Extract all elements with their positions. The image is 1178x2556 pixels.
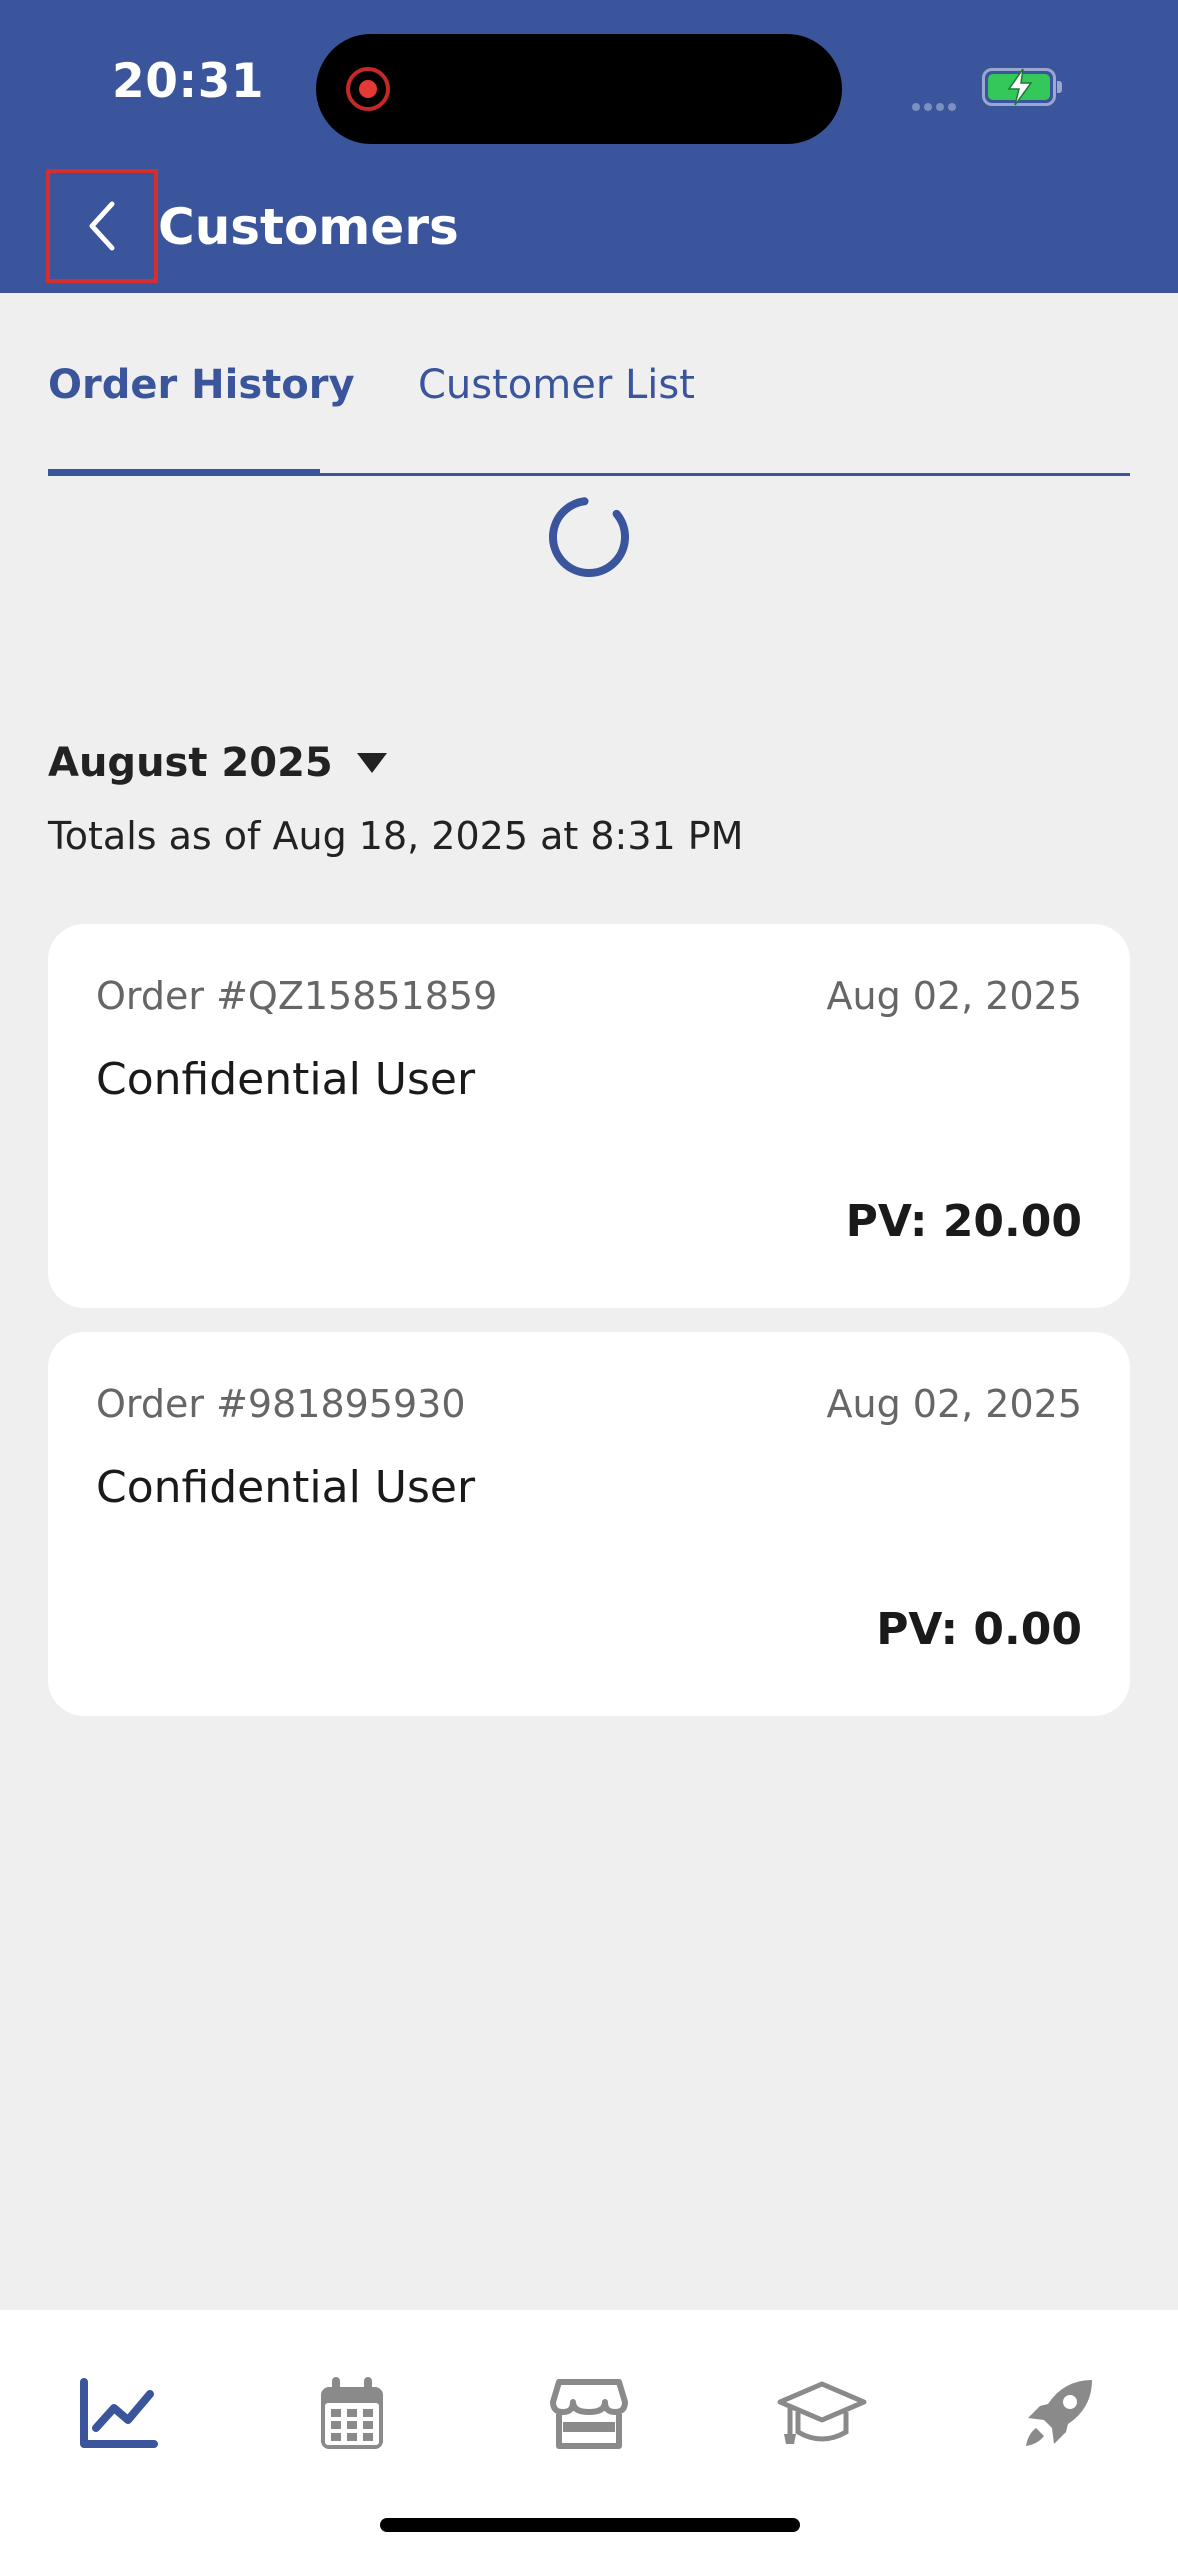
- order-card[interactable]: Order #QZ15851859 Aug 02, 2025 Confident…: [48, 924, 1130, 1308]
- order-number: Order #981895930: [96, 1382, 466, 1426]
- battery-charging-icon: [982, 68, 1062, 106]
- customer-name: Confidential User: [96, 1054, 476, 1105]
- signal-icon: [912, 96, 960, 115]
- rocket-icon: [1026, 2380, 1092, 2446]
- loading-spinner-icon: [549, 497, 629, 577]
- totals-timestamp: Totals as of Aug 18, 2025 at 8:31 PM: [48, 814, 744, 858]
- dynamic-island: [316, 34, 842, 144]
- order-date: Aug 02, 2025: [826, 1382, 1083, 1426]
- nav-launch[interactable]: [1008, 2364, 1108, 2464]
- order-card[interactable]: Order #981895930 Aug 02, 2025 Confidenti…: [48, 1332, 1130, 1716]
- active-tab-indicator: [48, 469, 320, 476]
- page-title: Customers: [158, 198, 459, 256]
- order-number: Order #QZ15851859: [96, 974, 498, 1018]
- recording-indicator-icon: [346, 67, 390, 111]
- nav-dashboard[interactable]: [68, 2364, 168, 2464]
- nav-calendar[interactable]: [302, 2364, 402, 2464]
- tab-order-history[interactable]: Order History: [48, 362, 355, 408]
- month-label: August 2025: [48, 740, 333, 786]
- back-button[interactable]: [46, 169, 158, 283]
- tab-bar: Order History Customer List: [48, 350, 1130, 476]
- chevron-left-icon: [89, 201, 115, 251]
- status-time: 20:31: [112, 54, 265, 109]
- calendar-icon: [321, 2377, 383, 2449]
- tab-customer-list[interactable]: Customer List: [418, 362, 695, 408]
- store-icon: [550, 2379, 628, 2449]
- customer-name: Confidential User: [96, 1462, 476, 1513]
- home-indicator: [380, 2518, 800, 2532]
- order-pv: PV: 0.00: [876, 1604, 1082, 1655]
- graduation-cap-icon: [777, 2381, 867, 2444]
- app-header: 20:31 Customers: [0, 0, 1178, 293]
- chart-line-icon: [80, 2378, 158, 2448]
- nav-training[interactable]: [772, 2364, 872, 2464]
- order-date: Aug 02, 2025: [826, 974, 1083, 1018]
- caret-down-icon: [356, 753, 387, 773]
- order-pv: PV: 20.00: [845, 1196, 1082, 1247]
- nav-store[interactable]: [539, 2364, 639, 2464]
- month-selector[interactable]: August 2025: [48, 740, 387, 786]
